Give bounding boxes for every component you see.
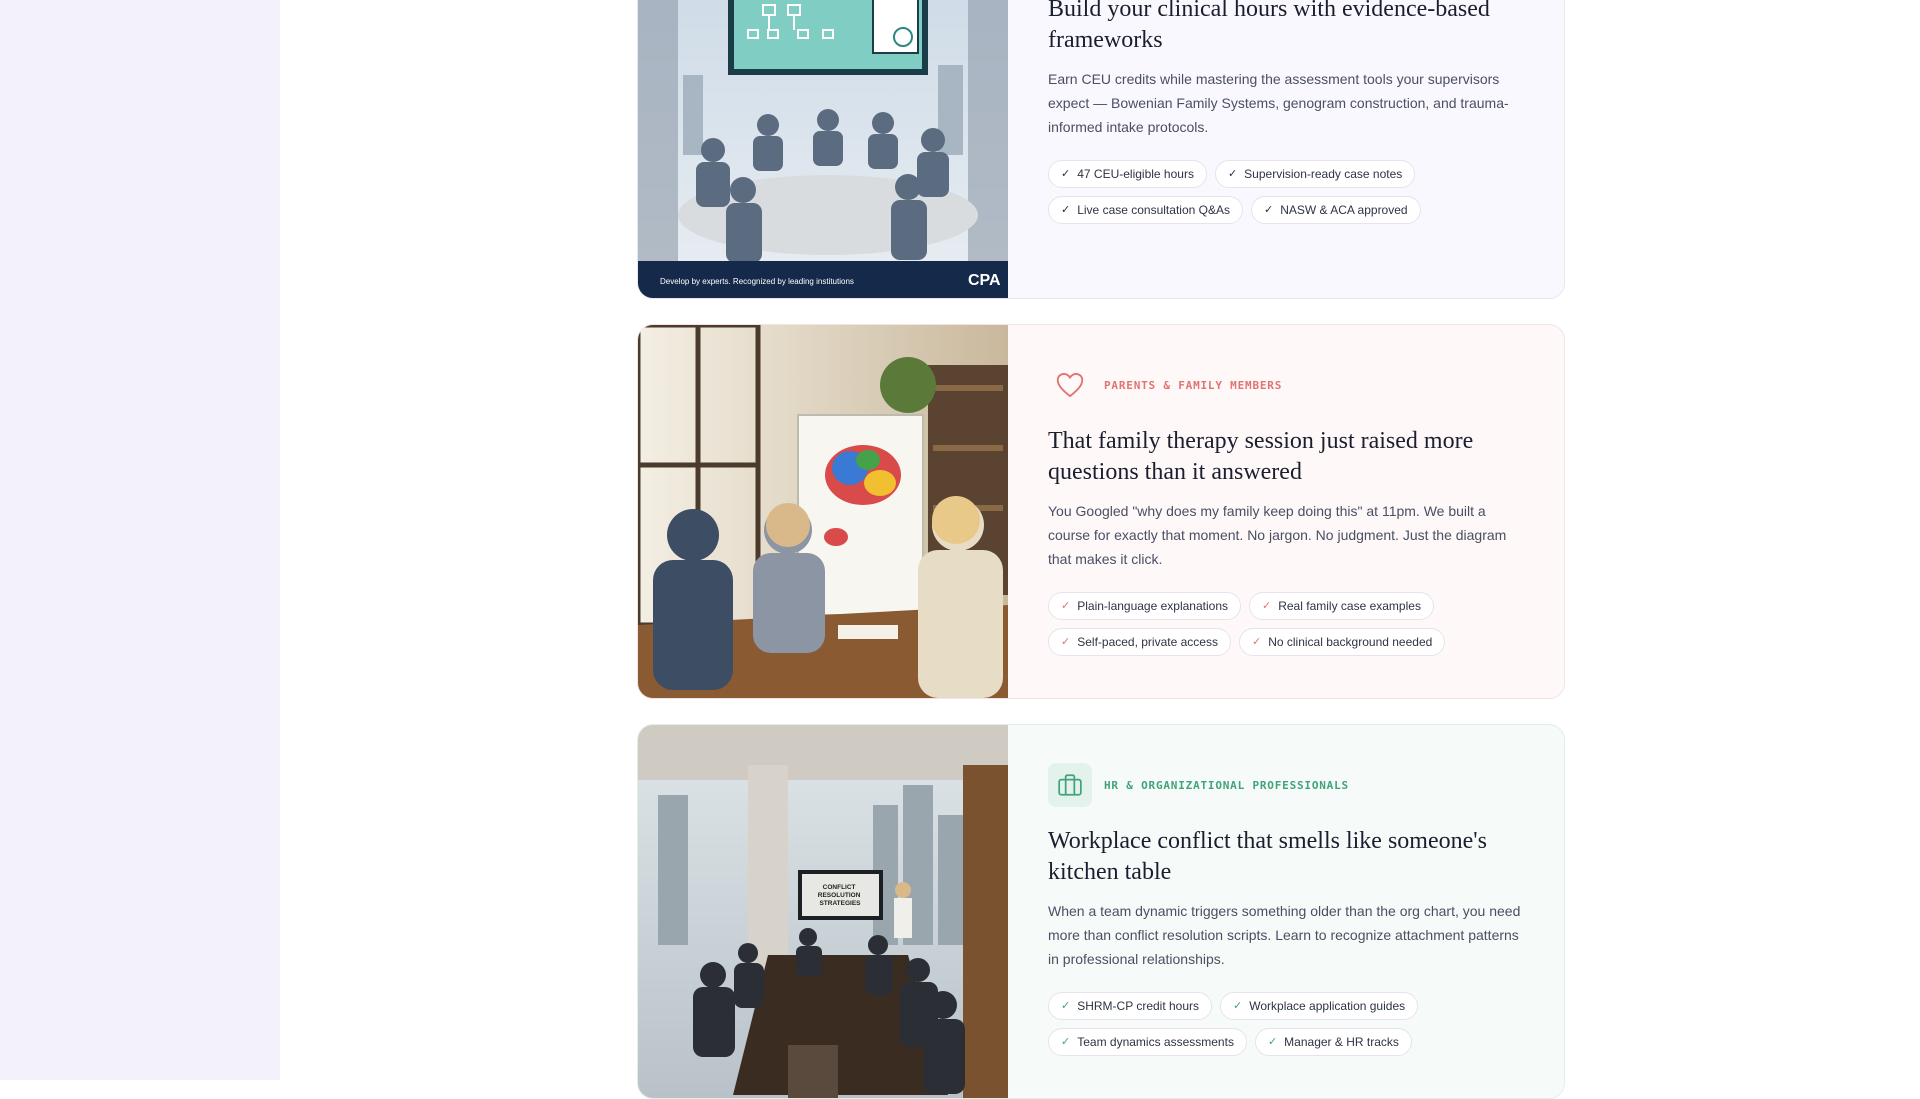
chip-label: Supervision-ready case notes	[1244, 167, 1403, 181]
heart-icon	[1048, 363, 1092, 407]
image-logo: CPA	[968, 272, 1001, 289]
svg-text:CONFLICT RESOLUTION: CONFLICT RESOLUTION STRATEGIES	[818, 884, 862, 907]
chip-label: Live case consultation Q&As	[1077, 203, 1230, 217]
feature-chip: ✓ Plain-language explanations	[1048, 592, 1241, 620]
feature-chip: ✓ Real family case examples	[1249, 592, 1434, 620]
check-icon: ✓	[1267, 1035, 1278, 1048]
chip-label: Real family case examples	[1278, 599, 1421, 613]
feature-chips: ✓ Plain-language explanations ✓ Real famil…	[1048, 592, 1528, 656]
family-card-body: PARENTS & FAMILY MEMBERS That family the…	[1008, 325, 1564, 698]
feature-chip: ✓ Workplace application guides	[1220, 992, 1419, 1020]
briefcase-icon	[1048, 763, 1092, 807]
chip-label: Workplace application guides	[1249, 999, 1406, 1013]
card-headline: Workplace conflict that smells like some…	[1048, 828, 1487, 885]
chip-label: Self-paced, private access	[1077, 635, 1218, 649]
audience-tag: PARENTS & FAMILY MEMBERS	[1048, 363, 1528, 407]
boardroom-photo: CONFLICT RESOLUTION STRATEGIES	[638, 725, 1008, 1098]
audience-tag: HR & ORGANIZATIONAL PROFESSIONALS	[1048, 763, 1528, 807]
chip-label: 47 CEU-eligible hours	[1077, 167, 1194, 181]
check-icon: ✓	[1061, 599, 1071, 612]
chip-label: Plain-language explanations	[1077, 599, 1228, 613]
classroom-illustration: Develop by experts. Recognized by leadin…	[638, 0, 1008, 298]
chip-label: SHRM-CP credit hours	[1077, 999, 1200, 1013]
check-icon: ✓	[1262, 599, 1272, 612]
chip-label: Manager & HR tracks	[1284, 1035, 1399, 1049]
chip-label: NASW & ACA approved	[1280, 203, 1408, 217]
left-rail	[0, 0, 280, 1080]
feature-chip: ✓ Live case consultation Q&As	[1048, 196, 1243, 224]
check-icon: ✓	[1227, 167, 1238, 180]
hr-card-image: CONFLICT RESOLUTION STRATEGIES	[638, 725, 1008, 1098]
audience-label: PARENTS & FAMILY MEMBERS	[1104, 378, 1283, 392]
feature-chip: ✓ Supervision-ready case notes	[1214, 160, 1416, 188]
feature-chip: ✓ No clinical background needed	[1238, 628, 1446, 656]
feature-chips: ✓ 47 CEU-eligible hours ✓ Supervision-read…	[1048, 160, 1528, 224]
check-icon: ✓	[1061, 635, 1071, 648]
card-description: You Googled "why does my family keep doi…	[1048, 503, 1507, 567]
clinician-card-image: Develop by experts. Recognized by leadin…	[638, 0, 1008, 298]
check-icon: ✓	[1233, 999, 1243, 1012]
check-icon: ✓	[1251, 635, 1262, 648]
chip-label: No clinical background needed	[1268, 635, 1433, 649]
clinician-card[interactable]: Develop by experts. Recognized by leadin…	[637, 0, 1565, 299]
card-description: Earn CEU credits while mastering the ass…	[1048, 71, 1509, 135]
audience-label: HR & ORGANIZATIONAL PROFESSIONALS	[1104, 778, 1349, 792]
check-icon: ✓	[1263, 203, 1274, 216]
hr-card-body: HR & ORGANIZATIONAL PROFESSIONALS Workpl…	[1008, 725, 1564, 1098]
feature-chip: ✓ NASW & ACA approved	[1250, 196, 1421, 224]
check-icon: ✓	[1061, 203, 1071, 216]
chip-label: Team dynamics assessments	[1077, 1035, 1234, 1049]
image-caption: Develop by experts. Recognized by leadin…	[660, 277, 854, 286]
family-card[interactable]: PARENTS & FAMILY MEMBERS That family the…	[637, 324, 1565, 699]
feature-chip: ✓ SHRM-CP credit hours	[1048, 992, 1213, 1020]
card-description: When a team dynamic triggers something o…	[1048, 903, 1521, 967]
card-headline: Build your clinical hours with evidence-…	[1048, 0, 1490, 53]
feature-chip: ✓ Manager & HR tracks	[1254, 1028, 1412, 1056]
family-session-photo	[638, 325, 1008, 698]
feature-chips: ✓ SHRM-CP credit hours ✓ Workplace applica…	[1048, 992, 1528, 1056]
feature-chip: ✓ Team dynamics assessments	[1048, 1028, 1247, 1056]
check-icon: ✓	[1061, 1035, 1071, 1048]
family-card-image	[638, 325, 1008, 698]
check-icon: ✓	[1061, 999, 1071, 1012]
check-icon: ✓	[1061, 167, 1071, 180]
hr-card[interactable]: CONFLICT RESOLUTION STRATEGIES HR & ORGA…	[637, 724, 1565, 1099]
card-headline: That family therapy session just raised …	[1048, 428, 1474, 485]
feature-chip: ✓ Self-paced, private access	[1048, 628, 1231, 656]
feature-chip: ✓ 47 CEU-eligible hours	[1048, 160, 1207, 188]
clinician-card-body: Build your clinical hours with evidence-…	[1008, 0, 1564, 298]
